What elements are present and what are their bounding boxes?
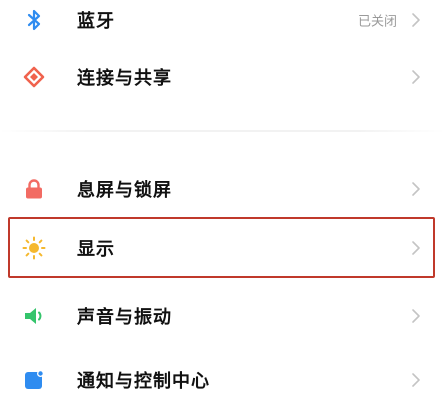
settings-item-label: 蓝牙: [77, 11, 115, 32]
settings-item-label: 声音与振动: [77, 307, 172, 328]
speaker-icon: [25, 308, 42, 324]
chevron-right-icon: [412, 13, 420, 27]
chevron-right-icon: [412, 70, 420, 84]
settings-item-sound-vibration[interactable]: 声音与振动: [0, 284, 445, 348]
settings-item-notification-control[interactable]: 通知与控制中心: [0, 348, 445, 412]
section-divider: [0, 130, 445, 132]
connection-sharing-icon: [23, 66, 45, 88]
chevron-right-icon: [412, 182, 420, 196]
settings-item-display[interactable]: 显示: [0, 216, 445, 280]
settings-item-label: 通知与控制中心: [77, 371, 210, 392]
chevron-right-icon: [412, 241, 420, 255]
bluetooth-status: 已关闭: [357, 14, 397, 30]
settings-item-label: 连接与共享: [77, 68, 172, 89]
settings-item-lock-screen[interactable]: 息屏与锁屏: [0, 157, 445, 221]
settings-list: 蓝牙 已关闭 连接与共享 息屏与锁屏 显示 声音与振动 通知与控制中心: [0, 0, 445, 397]
settings-item-connection-sharing[interactable]: 连接与共享: [0, 45, 445, 109]
chevron-right-icon: [412, 309, 420, 323]
lock-icon: [26, 179, 42, 199]
bluetooth-icon: [27, 9, 41, 31]
sun-icon: [22, 236, 46, 260]
chevron-right-icon: [412, 373, 420, 387]
settings-item-label: 息屏与锁屏: [77, 180, 172, 201]
notification-icon: [25, 370, 44, 389]
settings-item-label: 显示: [77, 239, 115, 260]
